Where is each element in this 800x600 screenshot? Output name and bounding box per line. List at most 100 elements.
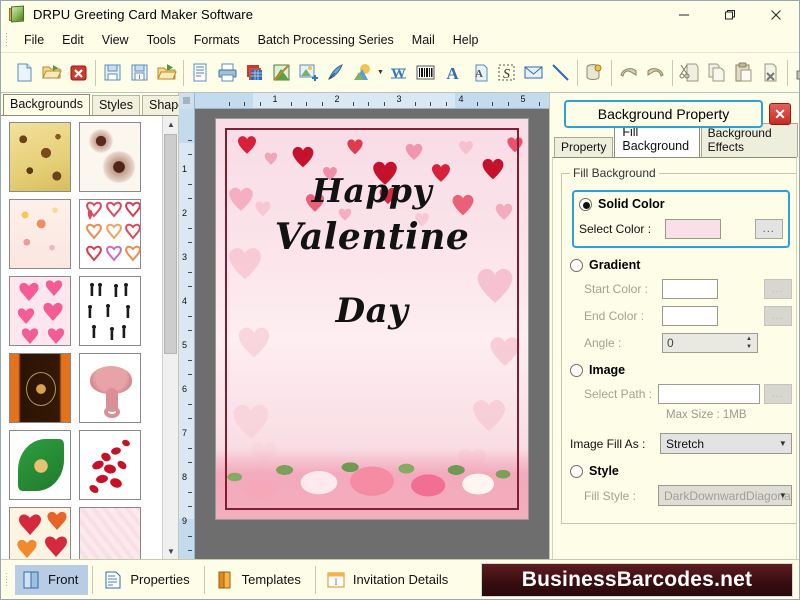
scroll-down-icon[interactable]: ▼ <box>163 543 178 559</box>
spinner-arrows[interactable]: ▲ ▼ <box>742 335 756 351</box>
thumb-pink-elephant[interactable] <box>79 353 141 423</box>
ruler-corner-box[interactable] <box>179 93 195 109</box>
delete-icon[interactable] <box>757 59 784 86</box>
menu-grip-handle[interactable] <box>5 32 9 48</box>
thumb-golden-butterflies[interactable] <box>9 122 71 192</box>
start-color-browse-button[interactable]: ... <box>764 279 792 299</box>
design-canvas[interactable]: Happy Valentine Day <box>195 109 549 559</box>
menu-item-batch-processing-series[interactable]: Batch Processing Series <box>249 30 403 50</box>
menu-item-tools[interactable]: Tools <box>138 30 185 50</box>
thumb-outline-hearts[interactable] <box>79 199 141 269</box>
end-color-browse-button[interactable]: ... <box>764 306 792 326</box>
mail-icon[interactable] <box>520 59 547 86</box>
menu-item-mail[interactable]: Mail <box>403 30 444 50</box>
thumb-pink-hearts[interactable] <box>9 276 71 346</box>
thumb-pale-pink-swirls[interactable] <box>79 507 141 559</box>
export-image-icon[interactable] <box>268 59 295 86</box>
thumb-green-leaf-ganesha[interactable] <box>9 430 71 500</box>
chevron-down-icon[interactable]: ▼ <box>376 69 385 76</box>
tab-backgrounds[interactable]: Backgrounds <box>3 94 90 115</box>
bottom-tab-properties[interactable]: Properties <box>97 565 199 595</box>
thumb-brown-lace-flowers[interactable] <box>79 122 141 192</box>
thumb-rose-petals[interactable] <box>79 430 141 500</box>
barcode-icon[interactable] <box>412 59 439 86</box>
line-icon[interactable] <box>547 59 574 86</box>
angle-spinner[interactable]: 0 ▲ ▼ <box>662 333 758 353</box>
signature-icon[interactable]: S <box>493 59 520 86</box>
thumbnail-scrollbar[interactable]: ▲ ▼ <box>162 116 178 559</box>
menu-item-file[interactable]: File <box>15 30 53 50</box>
style-radio-row[interactable]: Style <box>570 464 792 478</box>
bring-to-front-icon[interactable] <box>791 59 800 86</box>
thumb-wedding-silhouettes[interactable] <box>79 276 141 346</box>
greeting-card-preview[interactable]: Happy Valentine Day <box>216 119 528 519</box>
menu-item-edit[interactable]: Edit <box>53 30 93 50</box>
radio-gradient[interactable] <box>570 259 583 272</box>
paste-icon[interactable] <box>730 59 757 86</box>
pen-icon[interactable] <box>322 59 349 86</box>
scrollbar-thumb[interactable] <box>164 134 177 354</box>
add-image-icon[interactable] <box>295 59 322 86</box>
card-line-day[interactable]: Day <box>216 281 528 341</box>
close-button[interactable] <box>753 1 799 28</box>
watermark-icon[interactable]: W <box>385 59 412 86</box>
tab-styles[interactable]: Styles <box>92 95 140 115</box>
open-icon[interactable] <box>38 59 65 86</box>
start-color-swatch[interactable] <box>662 279 718 299</box>
shape-icon[interactable] <box>349 59 376 86</box>
redo-icon[interactable] <box>642 59 669 86</box>
menu-item-help[interactable]: Help <box>444 30 488 50</box>
maximize-button[interactable] <box>707 1 753 28</box>
undo-icon[interactable] <box>615 59 642 86</box>
cut-icon[interactable] <box>676 59 703 86</box>
bottom-tab-templates[interactable]: Templates <box>209 565 311 595</box>
print-multiple-icon[interactable] <box>241 59 268 86</box>
chevron-down-icon[interactable]: ▼ <box>746 344 752 350</box>
chevron-down-icon[interactable]: ▼ <box>779 439 787 448</box>
select-path-browse-button[interactable]: ... <box>764 384 792 404</box>
chevron-down-icon[interactable]: ▼ <box>779 491 787 500</box>
thumb-glitter-hearts[interactable] <box>9 507 71 559</box>
horizontal-ruler[interactable]: 12345 <box>195 93 549 109</box>
close-icon[interactable]: ✕ <box>769 103 791 125</box>
solid-color-swatch[interactable] <box>665 219 721 239</box>
card-text-block[interactable]: Happy Valentine Day <box>216 171 528 341</box>
text-icon[interactable]: A <box>439 59 466 86</box>
thumb-pastel-blossoms[interactable] <box>9 199 71 269</box>
tab-property[interactable]: Property <box>554 137 613 157</box>
bottom-tab-invitation-details[interactable]: I Invitation Details <box>320 565 458 595</box>
copy-icon[interactable] <box>703 59 730 86</box>
image-radio-row[interactable]: Image <box>570 363 792 377</box>
close-document-icon[interactable] <box>65 59 92 86</box>
solid-color-radio-row[interactable]: Solid Color <box>579 197 783 211</box>
fill-style-select[interactable]: DarkDownwardDiagona ▼ <box>658 485 792 506</box>
print-preview-icon[interactable] <box>187 59 214 86</box>
ruler-label: 1 <box>272 94 277 104</box>
database-icon[interactable] <box>581 59 608 86</box>
text-box-icon[interactable]: A <box>466 59 493 86</box>
end-color-swatch[interactable] <box>662 306 718 326</box>
solid-color-browse-button[interactable]: ... <box>755 219 783 239</box>
save-icon[interactable] <box>99 59 126 86</box>
new-icon[interactable] <box>11 59 38 86</box>
open-recent-icon[interactable] <box>153 59 180 86</box>
radio-style[interactable] <box>570 465 583 478</box>
scroll-up-icon[interactable]: ▲ <box>163 116 178 132</box>
thumb-orange-ganesha[interactable] <box>9 353 71 423</box>
print-icon[interactable] <box>214 59 241 86</box>
save-as-icon[interactable]: I <box>126 59 153 86</box>
card-line-happy[interactable]: Happy <box>216 171 528 211</box>
card-line-valentine[interactable]: Valentine <box>216 211 528 263</box>
menu-item-view[interactable]: View <box>93 30 138 50</box>
bottom-tab-front[interactable]: Front <box>15 565 88 595</box>
chevron-up-icon[interactable]: ▲ <box>746 336 752 342</box>
radio-solid-color[interactable] <box>579 198 592 211</box>
bottom-bar-grip-handle[interactable] <box>5 572 9 588</box>
vertical-ruler[interactable]: 123456789 <box>179 109 195 559</box>
radio-image[interactable] <box>570 364 583 377</box>
gradient-radio-row[interactable]: Gradient <box>570 258 792 272</box>
image-fill-as-select[interactable]: Stretch ▼ <box>660 433 792 454</box>
menu-item-formats[interactable]: Formats <box>185 30 249 50</box>
select-path-input[interactable] <box>658 384 760 404</box>
minimize-button[interactable] <box>661 1 707 28</box>
